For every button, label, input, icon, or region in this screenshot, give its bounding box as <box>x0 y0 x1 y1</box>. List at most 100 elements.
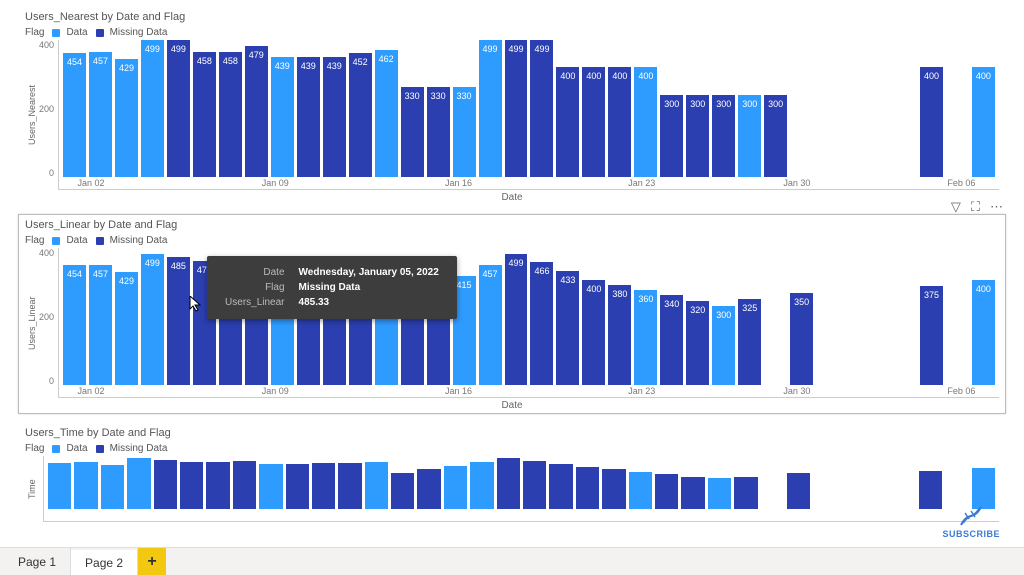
bar[interactable] <box>417 469 440 509</box>
visual-users-linear[interactable]: ▽ ⛶ ⋯ Users_Linear by Date and Flag Flag… <box>18 214 1006 414</box>
legend-item-missing[interactable]: Missing Data <box>96 235 168 246</box>
bar[interactable]: 300 <box>686 95 709 177</box>
bar[interactable]: 457 <box>89 265 112 385</box>
bar[interactable] <box>127 458 150 509</box>
page-tab-2[interactable]: Page 2 <box>71 548 138 575</box>
bar[interactable]: 400 <box>972 67 995 177</box>
bar[interactable] <box>919 471 942 509</box>
bar[interactable] <box>312 463 335 509</box>
bar[interactable]: 433 <box>556 271 579 385</box>
bar[interactable] <box>708 478 731 509</box>
bar[interactable]: 330 <box>453 87 476 177</box>
bar[interactable] <box>154 460 177 509</box>
legend-item-missing[interactable]: Missing Data <box>96 443 168 454</box>
bar[interactable]: 457 <box>479 265 502 385</box>
bar[interactable]: 400 <box>582 67 605 177</box>
bar[interactable]: 400 <box>582 280 605 385</box>
bar[interactable] <box>629 472 652 509</box>
bar[interactable]: 400 <box>972 280 995 385</box>
bar[interactable]: 300 <box>738 95 761 177</box>
legend-item-data[interactable]: Data <box>52 27 87 38</box>
filter-icon[interactable]: ▽ <box>951 199 961 215</box>
bar[interactable] <box>734 477 757 509</box>
bar[interactable] <box>48 463 71 509</box>
bar[interactable] <box>391 473 414 509</box>
bar[interactable]: 452 <box>349 53 372 177</box>
bar[interactable]: 400 <box>556 67 579 177</box>
bar[interactable]: 400 <box>634 67 657 177</box>
bar[interactable] <box>74 462 97 509</box>
bar[interactable]: 466 <box>530 262 553 385</box>
bar[interactable]: 429 <box>115 272 138 385</box>
bar[interactable] <box>523 461 546 509</box>
bar[interactable]: 439 <box>323 57 346 177</box>
bar[interactable]: 462 <box>375 50 398 177</box>
bar[interactable]: 300 <box>712 306 735 385</box>
bar[interactable]: 499 <box>479 40 502 177</box>
visual-users-nearest[interactable]: Users_Nearest by Date and Flag Flag Data… <box>18 6 1006 206</box>
bar[interactable] <box>972 468 995 509</box>
bar[interactable] <box>101 465 124 509</box>
bar[interactable]: 499 <box>505 254 528 385</box>
bar[interactable] <box>602 469 625 509</box>
bar[interactable]: 485 <box>167 257 190 385</box>
bar[interactable]: 330 <box>401 87 424 177</box>
legend-item-data[interactable]: Data <box>52 443 87 454</box>
bar[interactable]: 439 <box>271 57 294 177</box>
bar[interactable] <box>365 462 388 509</box>
bar[interactable] <box>180 462 203 509</box>
bar[interactable] <box>206 462 229 509</box>
bar[interactable]: 458 <box>193 52 216 177</box>
bar[interactable]: 320 <box>686 301 709 385</box>
xaxis-tick: Jan 16 <box>445 178 472 188</box>
bar[interactable]: 400 <box>608 67 631 177</box>
bar[interactable]: 454 <box>63 265 86 385</box>
bar[interactable]: 499 <box>505 40 528 177</box>
bar[interactable] <box>233 461 256 509</box>
page-tab-1[interactable]: Page 1 <box>4 548 71 575</box>
bar[interactable] <box>286 464 309 509</box>
bar[interactable] <box>259 464 282 509</box>
plot-area[interactable]: 4544574294994994584584794394394394524623… <box>58 40 999 190</box>
bar[interactable]: 350 <box>790 293 813 385</box>
visual-users-time[interactable]: Users_Time by Date and Flag Flag Data Mi… <box>18 422 1006 525</box>
subscribe-badge[interactable]: SUBSCRIBE <box>942 505 1000 539</box>
focus-icon[interactable]: ⛶ <box>971 199 980 215</box>
legend-item-missing[interactable]: Missing Data <box>96 27 168 38</box>
plot-area[interactable]: 4544574294994854724584794394454514564623… <box>58 248 999 398</box>
bar[interactable]: 499 <box>141 40 164 177</box>
bar[interactable]: 375 <box>920 286 943 385</box>
bar[interactable]: 458 <box>219 52 242 177</box>
bar[interactable]: 439 <box>297 57 320 177</box>
bar[interactable]: 380 <box>608 285 631 385</box>
bar[interactable] <box>338 463 361 509</box>
bar[interactable]: 499 <box>530 40 553 177</box>
more-icon[interactable]: ⋯ <box>990 199 1003 215</box>
bar[interactable]: 499 <box>167 40 190 177</box>
bar[interactable] <box>444 466 467 509</box>
bar[interactable]: 330 <box>427 87 450 177</box>
bar[interactable] <box>470 462 493 509</box>
bar[interactable]: 400 <box>920 67 943 177</box>
bar[interactable]: 454 <box>63 53 86 177</box>
add-page-button[interactable]: + <box>138 548 166 575</box>
bar[interactable] <box>549 464 572 509</box>
bar[interactable]: 499 <box>141 254 164 385</box>
legend-item-data[interactable]: Data <box>52 235 87 246</box>
bar[interactable]: 360 <box>634 290 657 385</box>
bar[interactable]: 300 <box>712 95 735 177</box>
bar[interactable]: 300 <box>660 95 683 177</box>
bar[interactable]: 340 <box>660 295 683 385</box>
bar[interactable]: 300 <box>764 95 787 177</box>
bar[interactable] <box>655 474 678 509</box>
plot-area[interactable] <box>43 456 999 522</box>
bar[interactable]: 457 <box>89 52 112 177</box>
bar[interactable]: 325 <box>738 299 761 385</box>
bar[interactable] <box>787 473 810 509</box>
bar[interactable]: 429 <box>115 59 138 177</box>
chart-title: Users_Linear by Date and Flag <box>25 219 999 235</box>
bar[interactable]: 479 <box>245 46 268 177</box>
bar[interactable] <box>681 477 704 509</box>
bar[interactable] <box>497 458 520 509</box>
bar[interactable] <box>576 467 599 509</box>
